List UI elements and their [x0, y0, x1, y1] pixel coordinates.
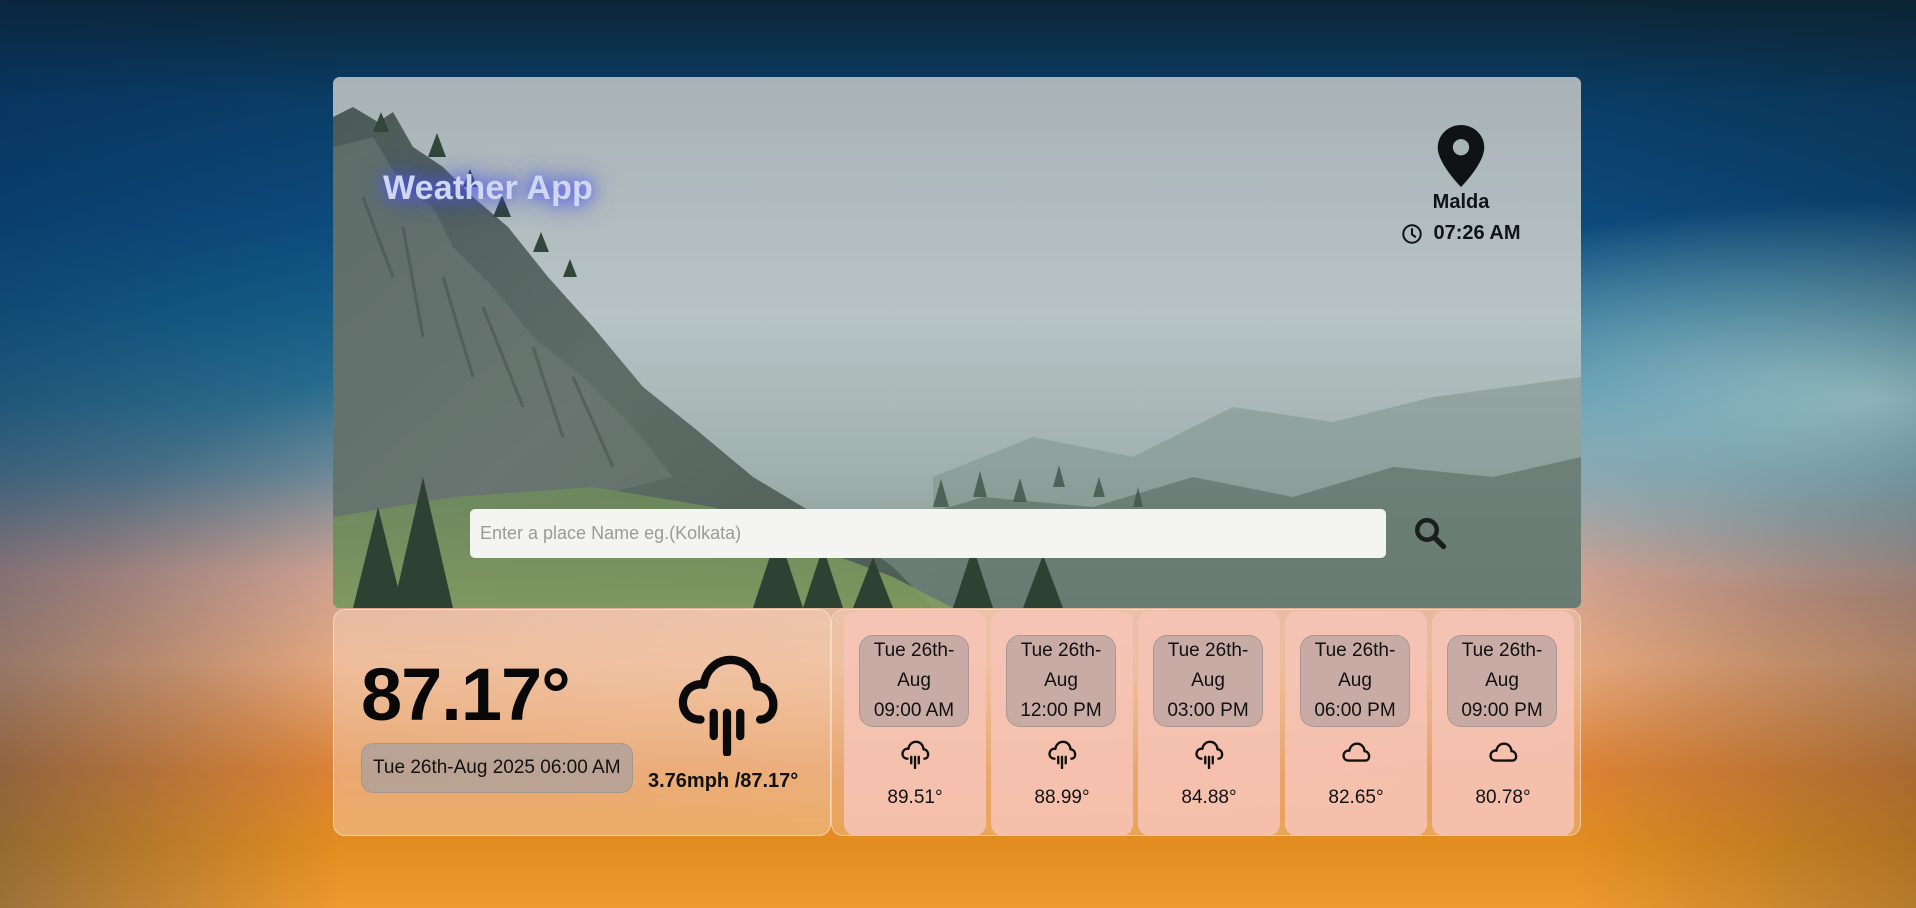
current-date-badge: Tue 26th-Aug 2025 06:00 AM: [361, 743, 633, 793]
forecast-card: Tue 26th- Aug 12:00 PM 88.99°: [991, 611, 1133, 836]
forecast-time: 12:00 PM: [1020, 700, 1102, 721]
forecast-month: Aug: [1338, 670, 1372, 691]
forecast-day: Tue 26th-: [1167, 640, 1249, 661]
forecast-card: Tue 26th- Aug 09:00 AM 89.51°: [844, 611, 986, 836]
current-temperature: 87.17°: [361, 653, 571, 736]
forecast-temperature: 82.65°: [1328, 787, 1384, 808]
forecast-time: 06:00 PM: [1314, 700, 1396, 721]
search-button[interactable]: [1410, 514, 1450, 554]
hero-banner: Weather App Malda 07:26 AM: [333, 77, 1581, 608]
city-name: Malda: [1432, 191, 1490, 213]
forecast-datetime-badge: Tue 26th- Aug 06:00 PM: [1300, 635, 1410, 727]
forecast-datetime-badge: Tue 26th- Aug 09:00 AM: [859, 635, 969, 727]
forecast-time: 09:00 PM: [1461, 700, 1543, 721]
local-time: 07:26 AM: [1391, 222, 1531, 245]
search-icon: [1415, 517, 1447, 549]
clock-icon: [1402, 223, 1423, 244]
search-input[interactable]: [470, 509, 1386, 558]
forecast-month: Aug: [1044, 670, 1078, 691]
forecast-temperature: 88.99°: [1034, 787, 1090, 808]
forecast-day: Tue 26th-: [1314, 640, 1396, 661]
cloud-rain-icon: [678, 655, 778, 756]
forecast-time: 09:00 AM: [873, 700, 955, 721]
app-title: Weather App: [383, 169, 594, 207]
forecast-card: Tue 26th- Aug 06:00 PM 82.65°: [1285, 611, 1427, 836]
time-value: 07:26 AM: [1433, 222, 1521, 244]
forecast-datetime-badge: Tue 26th- Aug 09:00 PM: [1447, 635, 1557, 727]
forecast-month: Aug: [897, 670, 931, 691]
forecast-day: Tue 26th-: [1020, 640, 1102, 661]
cloud-rain-icon: [901, 740, 930, 769]
forecast-day: Tue 26th-: [873, 640, 955, 661]
cloud-icon: [1489, 742, 1518, 762]
wind-and-feels-like: 3.76mph /87.17°: [648, 770, 799, 792]
map-pin-icon: [1437, 125, 1485, 187]
cloud-rain-icon: [1048, 740, 1077, 769]
forecast-temperature: 84.88°: [1181, 787, 1237, 808]
forecast-card: Tue 26th- Aug 09:00 PM 80.78°: [1432, 611, 1574, 836]
current-weather-card: 87.17° Tue 26th-Aug 2025 06:00 AM 3.76mp…: [333, 609, 831, 836]
forecast-month: Aug: [1485, 670, 1519, 691]
forecast-datetime-badge: Tue 26th- Aug 12:00 PM: [1006, 635, 1116, 727]
forecast-datetime-badge: Tue 26th- Aug 03:00 PM: [1153, 635, 1263, 727]
forecast-month: Aug: [1191, 670, 1225, 691]
forecast-temperature: 89.51°: [887, 787, 943, 808]
forecast-strip: Tue 26th- Aug 09:00 AM 89.51° Tue 26th- …: [831, 609, 1581, 836]
forecast-day: Tue 26th-: [1461, 640, 1543, 661]
cloud-icon: [1342, 742, 1371, 762]
cloud-rain-icon: [1195, 740, 1224, 769]
forecast-card: Tue 26th- Aug 03:00 PM 84.88°: [1138, 611, 1280, 836]
forecast-time: 03:00 PM: [1167, 700, 1249, 721]
forecast-temperature: 80.78°: [1475, 787, 1531, 808]
current-location: Malda 07:26 AM: [1391, 125, 1531, 245]
